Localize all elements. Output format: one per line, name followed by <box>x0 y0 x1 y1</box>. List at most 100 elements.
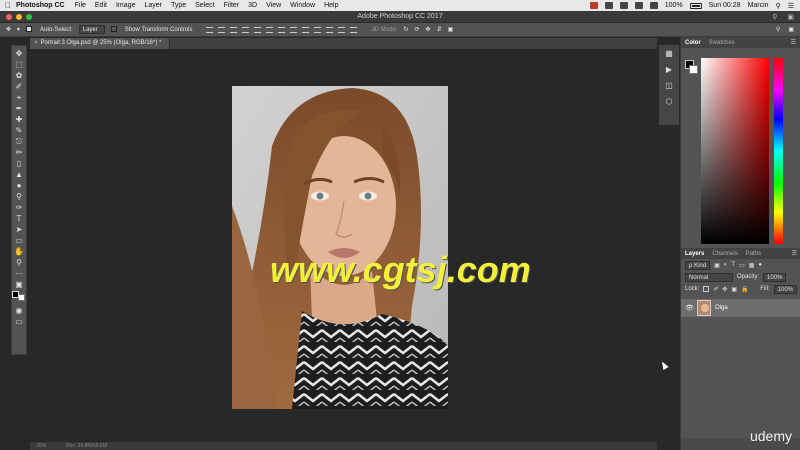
marquee-tool-icon[interactable]: ⬚ <box>13 60 25 70</box>
3d-cube-icon[interactable]: ⬡ <box>664 97 674 107</box>
quick-select-tool-icon[interactable]: ✐ <box>13 82 25 92</box>
sync-icon[interactable] <box>604 2 613 9</box>
auto-align-icon[interactable] <box>350 26 358 33</box>
align-left-icon[interactable] <box>242 26 250 33</box>
color-swatches[interactable] <box>12 291 26 305</box>
fill-input[interactable]: 100% <box>773 284 797 294</box>
lasso-tool-icon[interactable]: ✿ <box>13 71 25 81</box>
distribute-vcenter-icon[interactable] <box>290 26 298 33</box>
menu-filter[interactable]: Filter <box>224 2 240 9</box>
document-info[interactable]: Doc: 34.8M/69.6M <box>66 442 107 450</box>
play-actions-icon[interactable]: ▶ <box>664 65 674 75</box>
workspace-icon[interactable]: ▣ <box>787 13 794 21</box>
show-transform-checkbox[interactable] <box>110 26 119 33</box>
lock-position-icon[interactable]: ✥ <box>722 286 727 293</box>
chevron-down-icon[interactable]: ▾ <box>17 26 20 33</box>
properties-icon[interactable]: ◫ <box>664 81 674 91</box>
healing-brush-tool-icon[interactable]: ✚ <box>13 115 25 125</box>
align-right-icon[interactable] <box>266 26 274 33</box>
canvas-area[interactable]: www.cgtsj.com <box>30 49 657 442</box>
distribute-bottom-icon[interactable] <box>302 26 310 33</box>
lock-all-icon[interactable]: 🔒 <box>741 286 748 293</box>
history-brush-tool-icon[interactable]: ✏ <box>13 148 25 158</box>
paint-bucket-tool-icon[interactable]: ▲ <box>13 170 25 180</box>
more-tools-icon[interactable]: ⋯ <box>13 269 25 279</box>
filter-adjust-icon[interactable]: ◐ <box>724 262 728 268</box>
distribute-top-icon[interactable] <box>278 26 286 33</box>
menu-help[interactable]: Help <box>324 2 338 9</box>
foreground-color-swatch[interactable] <box>12 291 19 298</box>
app-menu[interactable]: Photoshop CC <box>16 2 65 9</box>
menu-image[interactable]: Image <box>116 2 135 9</box>
filter-type-icon[interactable]: T <box>731 262 735 268</box>
tab-paths[interactable]: Paths <box>746 251 761 257</box>
3d-roll-icon[interactable]: ⟳ <box>415 26 420 33</box>
search-icon[interactable]: ⚲ <box>776 2 781 10</box>
close-tab-icon[interactable]: × <box>34 40 38 46</box>
blend-mode-dropdown[interactable]: Normal <box>685 272 733 282</box>
align-bottom-icon[interactable] <box>230 26 238 33</box>
lock-transparent-icon[interactable] <box>703 286 710 292</box>
tab-layers[interactable]: Layers <box>685 251 704 257</box>
auto-select-checkbox[interactable] <box>26 26 34 33</box>
align-hcenter-icon[interactable] <box>254 26 262 33</box>
quick-mask-icon[interactable]: ◉ <box>13 306 25 316</box>
wifi-icon[interactable] <box>634 2 643 9</box>
lock-artboard-icon[interactable]: ▣ <box>731 286 737 293</box>
3d-orbit-icon[interactable]: ↻ <box>403 26 408 33</box>
tab-channels[interactable]: Channels <box>712 251 737 257</box>
menu-file[interactable]: File <box>75 2 86 9</box>
apple-menu-icon[interactable]:  <box>0 1 16 10</box>
filter-toggle-icon[interactable]: ● <box>758 262 762 268</box>
lock-pixels-icon[interactable]: ✐ <box>713 286 718 293</box>
layer-row[interactable]: 👁 Olga <box>681 299 800 317</box>
move-tool-icon[interactable]: ✥ <box>6 26 11 33</box>
filter-shape-icon[interactable]: ▭ <box>739 262 745 269</box>
screen-mode-icon[interactable]: ▭ <box>13 317 25 327</box>
blur-tool-icon[interactable]: ● <box>13 181 25 191</box>
zoom-level[interactable]: 25% <box>36 442 46 450</box>
tab-color[interactable]: Color <box>685 40 701 46</box>
3d-pan-icon[interactable]: ✥ <box>426 26 431 33</box>
filter-smart-icon[interactable]: ▦ <box>749 262 755 269</box>
distribute-left-icon[interactable] <box>314 26 322 33</box>
crop-tool-icon[interactable]: ⌖ <box>13 93 25 103</box>
menu-3d[interactable]: 3D <box>248 2 257 9</box>
workspace-switcher-icon[interactable]: ▣ <box>788 26 794 33</box>
align-vcenter-icon[interactable] <box>218 26 226 33</box>
brush-tool-icon[interactable]: ✎ <box>13 126 25 136</box>
background-color-swatch[interactable] <box>689 65 698 74</box>
user-name[interactable]: Marcin <box>748 2 769 9</box>
battery-icon[interactable] <box>689 2 702 9</box>
hand-tool-icon[interactable]: ✋ <box>13 247 25 257</box>
distribute-hcenter-icon[interactable] <box>326 26 334 33</box>
distribute-right-icon[interactable] <box>338 26 346 33</box>
menu-select[interactable]: Select <box>195 2 214 9</box>
pen-tool-icon[interactable]: ✑ <box>13 203 25 213</box>
list-icon[interactable]: ☰ <box>788 2 794 10</box>
portrait-photo[interactable] <box>232 86 448 409</box>
layer-filter-dropdown[interactable]: ρ Kind <box>685 260 711 270</box>
record-icon[interactable] <box>589 2 598 9</box>
background-color-swatch[interactable] <box>18 294 25 301</box>
auto-select-dropdown[interactable]: Layer <box>78 25 105 34</box>
layer-name[interactable]: Olga <box>715 305 728 311</box>
menu-type[interactable]: Type <box>171 2 186 9</box>
eyedropper-tool-icon[interactable]: ✒ <box>13 104 25 114</box>
default-colors-icon[interactable]: ▣ <box>13 280 25 290</box>
type-tool-icon[interactable]: T <box>13 214 25 224</box>
eye-visibility-icon[interactable]: 👁 <box>685 304 694 312</box>
eraser-tool-icon[interactable]: ▯ <box>13 159 25 169</box>
tab-swatches[interactable]: Swatches <box>709 40 735 46</box>
dropbox-icon[interactable] <box>619 2 628 9</box>
panel-menu-icon[interactable]: ☰ <box>791 39 796 46</box>
rectangle-tool-icon[interactable]: ▭ <box>13 236 25 246</box>
align-top-icon[interactable] <box>206 26 214 33</box>
color-picker-field[interactable] <box>701 58 769 244</box>
move-tool-icon[interactable]: ✥ <box>13 49 25 59</box>
menu-view[interactable]: View <box>266 2 281 9</box>
menu-window[interactable]: Window <box>290 2 315 9</box>
3d-scale-icon[interactable]: ▣ <box>448 26 454 33</box>
filter-pixel-icon[interactable]: ▣ <box>714 262 720 269</box>
menu-layer[interactable]: Layer <box>144 2 162 9</box>
